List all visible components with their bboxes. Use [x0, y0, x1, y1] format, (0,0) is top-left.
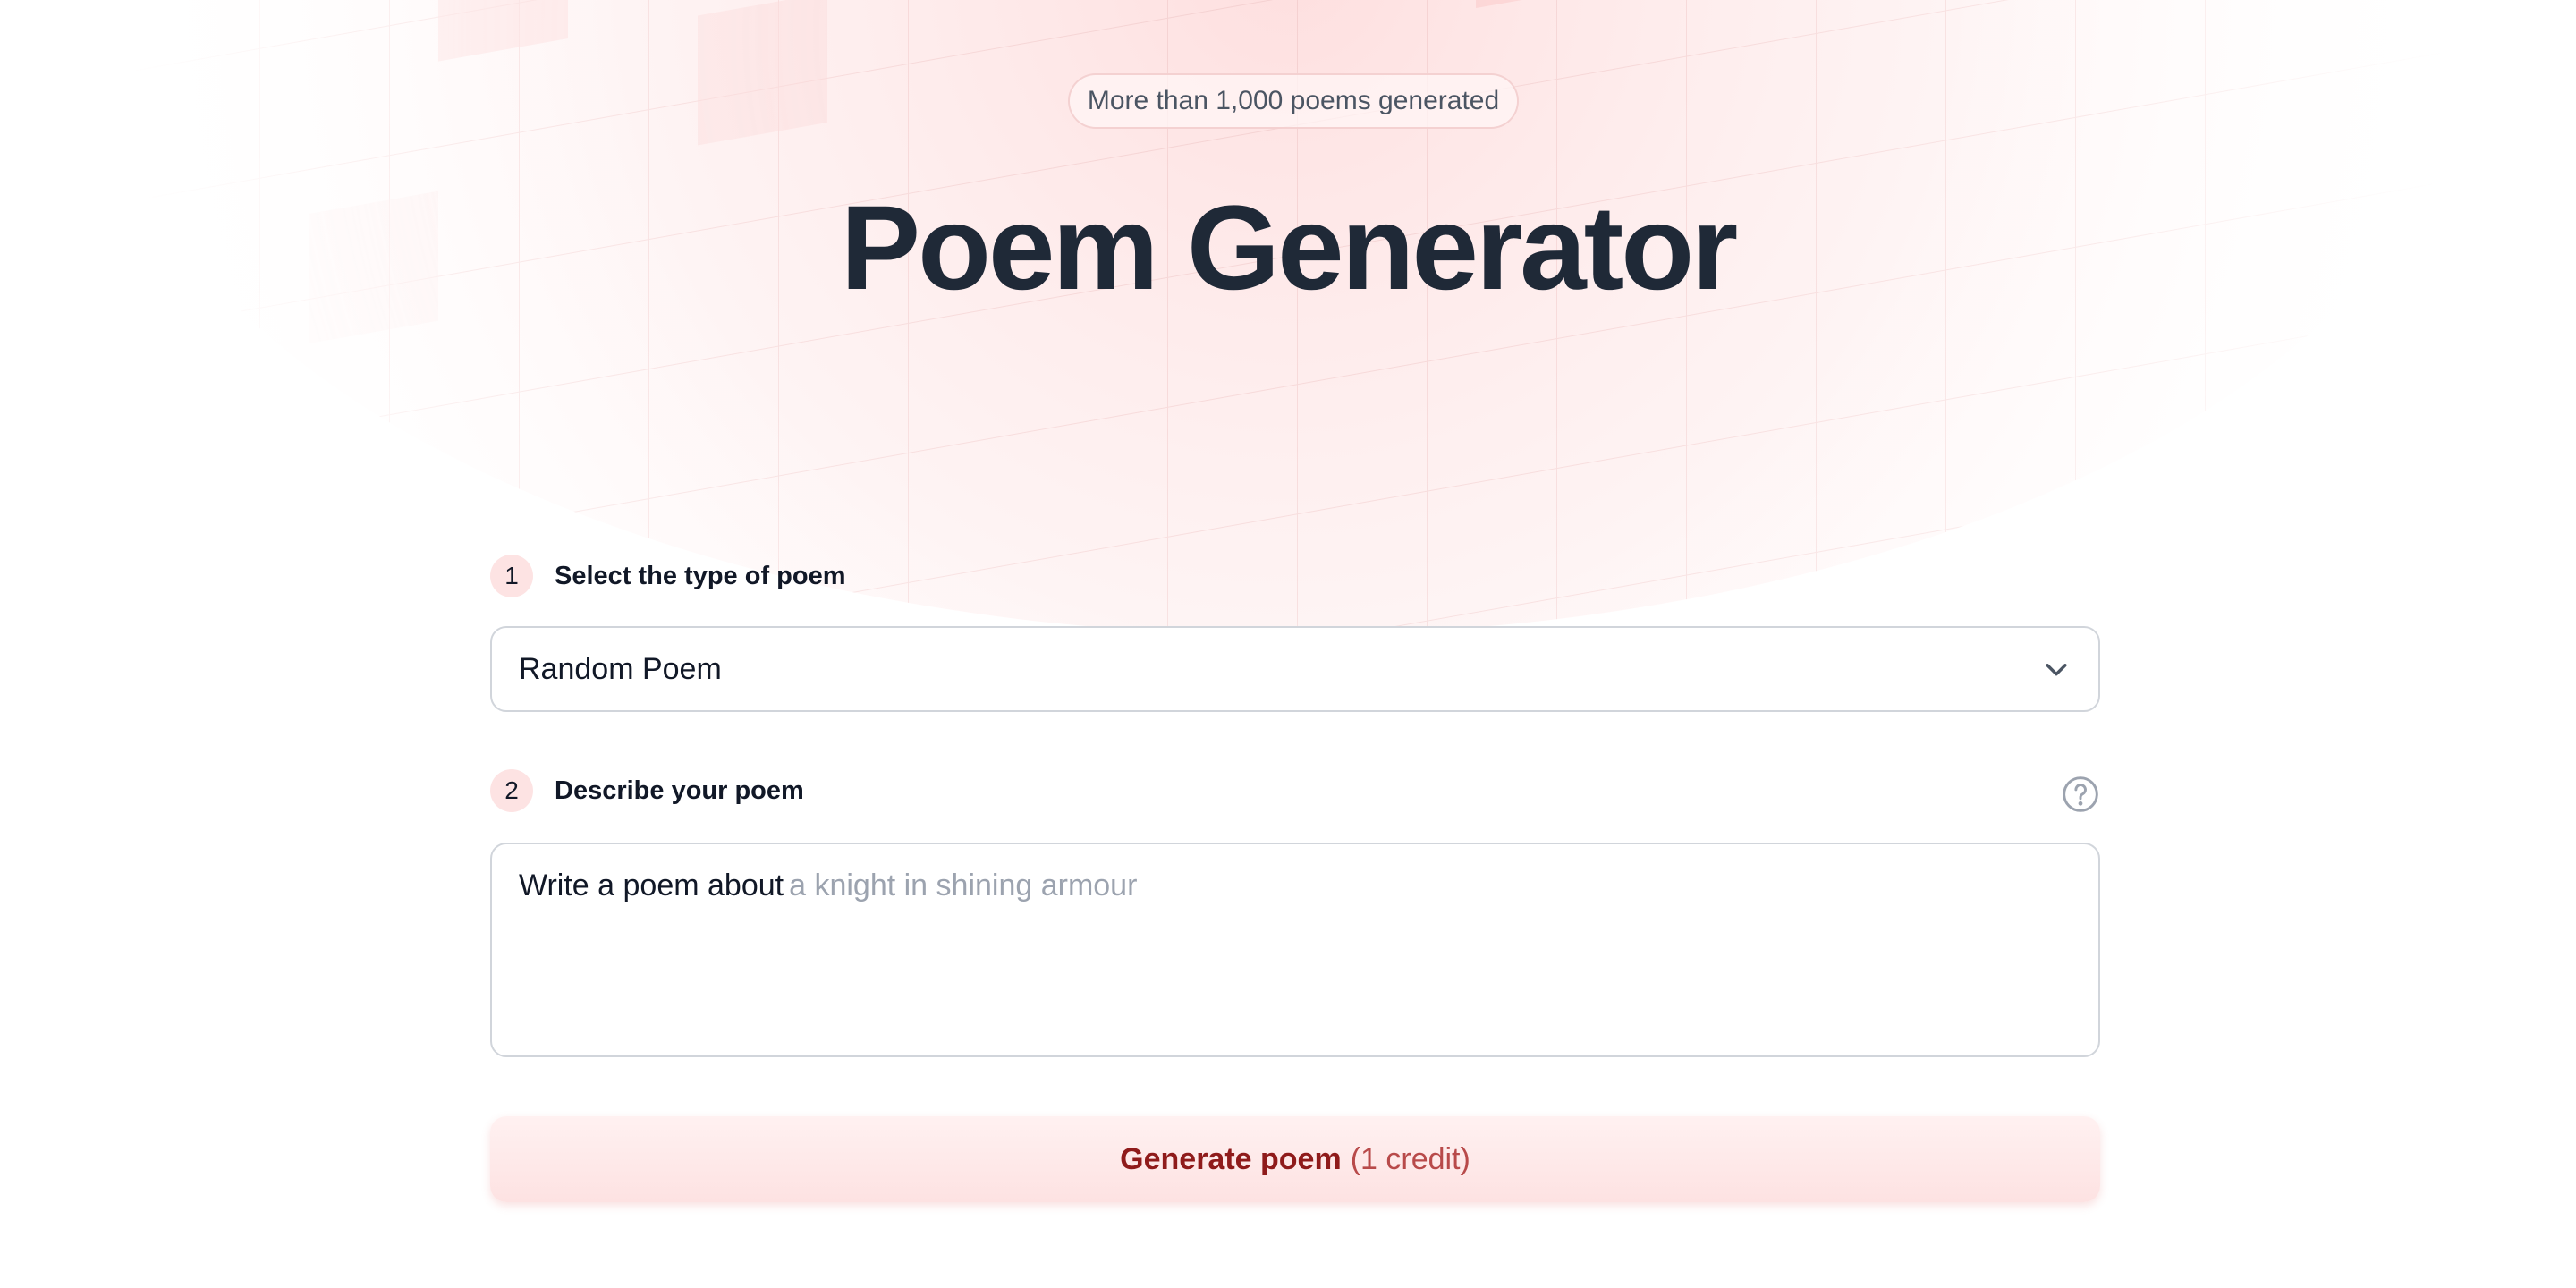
- generate-button-label: Generate poem: [1120, 1141, 1342, 1176]
- step-1-label: Select the type of poem: [555, 561, 846, 590]
- step-2-number: 2: [490, 769, 533, 812]
- generate-poem-button[interactable]: Generate poem (1 credit): [490, 1116, 2100, 1202]
- prompt-prefix: Write a poem about: [519, 869, 784, 902]
- prompt-placeholder: a knight in shining armour: [789, 869, 1138, 902]
- poem-type-selected-value: Random Poem: [519, 651, 722, 686]
- generate-button-credit: (1 credit): [1350, 1141, 1470, 1176]
- step-1-number: 1: [490, 555, 533, 597]
- poem-type-select[interactable]: Random Poem: [490, 626, 2100, 712]
- step-1-header: 1 Select the type of poem: [490, 555, 2100, 597]
- question-circle-icon[interactable]: [2061, 775, 2100, 814]
- page-title: Poem Generator: [840, 182, 1739, 315]
- poems-count-badge: More than 1,000 poems generated: [1068, 73, 1519, 129]
- poem-description-input[interactable]: Write a poem about a knight in shining ar…: [490, 843, 2100, 1057]
- chevron-down-icon: [2046, 664, 2067, 676]
- step-2-label: Describe your poem: [555, 775, 804, 805]
- step-2-header: 2 Describe your poem: [490, 769, 2100, 812]
